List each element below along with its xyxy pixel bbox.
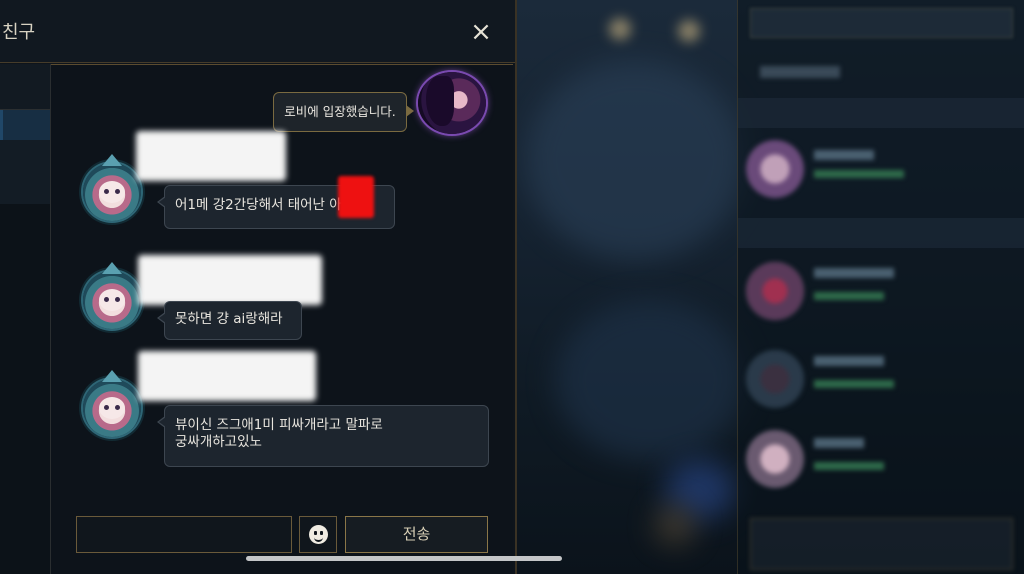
avatar-face <box>99 289 125 311</box>
friend-avatar <box>746 350 804 408</box>
chat-input[interactable] <box>76 516 292 553</box>
avatar-crest <box>102 370 122 382</box>
friend-status-blur <box>814 170 904 178</box>
sender-name-redacted <box>136 131 286 181</box>
friend-name-blur <box>814 356 884 366</box>
close-button[interactable]: × <box>466 17 496 47</box>
sender-avatar <box>83 154 141 221</box>
redaction-mark <box>338 176 374 218</box>
side-header-blur <box>760 66 840 78</box>
avatar-eye <box>104 405 109 410</box>
smiley-mouth <box>314 536 323 542</box>
bg-lamp <box>609 18 631 40</box>
friend-status-blur <box>814 292 884 300</box>
conversation-list-header <box>0 64 50 110</box>
side-section-header <box>738 218 1024 248</box>
bg-lamp <box>678 20 700 42</box>
self-message-bubble: 로비에 입장했습니다. <box>273 92 414 132</box>
sender-avatar <box>83 262 141 329</box>
chat-message-bubble: 뷰이신 즈그애1미 피싸개라고 말파로 궁싸개하고있노 <box>157 405 489 467</box>
friend-avatar <box>746 140 804 198</box>
smiley-eye <box>320 531 323 535</box>
avatar-crest <box>102 262 122 274</box>
avatar-eye <box>104 297 109 302</box>
avatar-crest <box>102 154 122 166</box>
chat-message-bubble: 못하면 걍 ai랑해라 <box>157 301 302 340</box>
bg-icon <box>655 505 695 545</box>
friend-name-blur <box>814 438 864 448</box>
self-avatar <box>418 72 486 134</box>
bg-haze <box>555 300 745 460</box>
side-section-header <box>738 98 1024 128</box>
home-indicator[interactable] <box>246 556 562 561</box>
friend-status-blur <box>814 380 894 388</box>
friend-status-blur <box>814 462 884 470</box>
sender-name-redacted <box>138 351 316 401</box>
dialog-title: 친구 <box>2 22 36 43</box>
sender-avatar <box>83 370 141 437</box>
friend-name-blur <box>814 268 894 278</box>
friend-chat-dialog: 친구 × 로비에 입장했습니다. 어1메 강2간당해서 태어난 아 못하면 걍 … <box>0 0 517 574</box>
previous-message-cutoff <box>278 64 418 78</box>
avatar-eye <box>115 189 120 194</box>
avatar-eye <box>104 189 109 194</box>
emoji-button[interactable] <box>299 516 337 553</box>
smiley-eye <box>314 531 317 535</box>
friends-side-panel <box>737 0 1024 574</box>
conversation-list-strip <box>0 64 51 574</box>
avatar-face <box>99 181 125 203</box>
send-button[interactable]: 전송 <box>345 516 488 553</box>
dialog-header: 친구 × <box>0 0 515 63</box>
sender-name-redacted <box>138 255 322 305</box>
avatar-eye <box>115 405 120 410</box>
friend-avatar <box>746 262 804 320</box>
avatar-eye <box>115 297 120 302</box>
conversation-item-selected[interactable] <box>0 110 50 204</box>
friend-name-blur <box>814 150 874 160</box>
avatar-hair <box>426 76 454 126</box>
side-action-button-blur <box>750 518 1013 570</box>
smiley-icon <box>309 525 328 544</box>
bg-haze <box>525 60 745 260</box>
friend-avatar <box>746 430 804 488</box>
avatar-face <box>99 397 125 419</box>
side-search-bar <box>750 8 1013 38</box>
